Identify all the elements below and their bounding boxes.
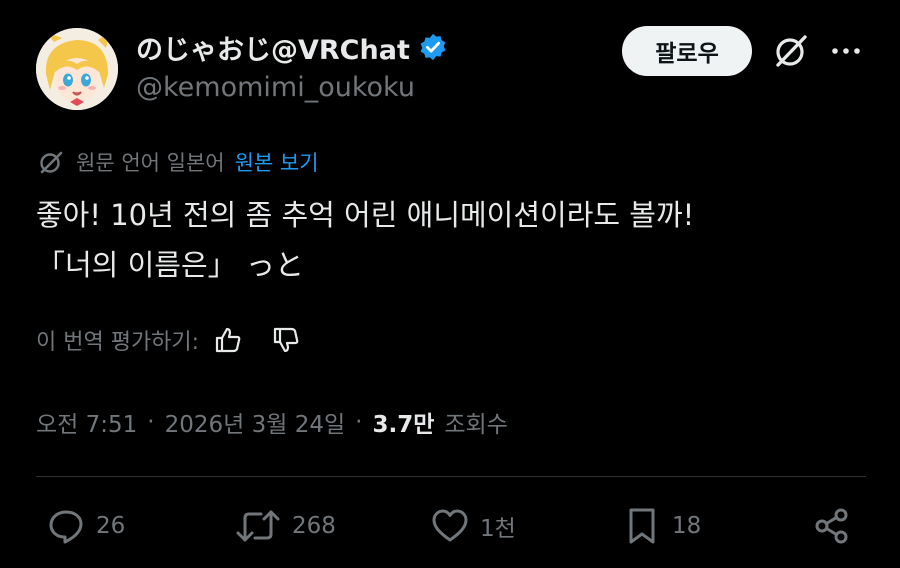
avatar-image — [36, 28, 118, 110]
tweet-text-line: 「너의 이름은」 っと — [36, 248, 304, 282]
translation-label: 원문 언어 일본어 — [76, 151, 225, 175]
bookmark-count: 18 — [672, 513, 702, 539]
translation-notice: 원문 언어 일본어 원본 보기 — [36, 146, 319, 178]
divider — [36, 476, 866, 477]
author-name-row[interactable]: のじゃおじ@VRChat — [136, 28, 448, 66]
more-horizontal-icon[interactable] — [828, 36, 864, 66]
tweet-time[interactable]: 오전 7:51 — [36, 405, 137, 439]
repost-button[interactable]: 268 — [234, 504, 336, 548]
tweet-text: 좋아! 10년 전의 좀 추억 어린 애니메이션이라도 볼까! 「너의 이름은」… — [36, 190, 876, 290]
tweet-detail: のじゃおじ@VRChat @kemomimi_oukoku 팔로우 원문 언어 … — [0, 0, 900, 568]
author-display-name[interactable]: のじゃおじ@VRChat — [136, 28, 410, 67]
meta-separator: · — [147, 409, 155, 435]
grok-icon[interactable] — [770, 30, 812, 72]
repost-icon — [236, 510, 280, 542]
views-label: 조회수 — [444, 412, 508, 438]
reply-button[interactable]: 26 — [46, 504, 125, 548]
tweet-meta: 오전 7:51 · 2026년 3월 24일 · 3.7만 조회수 — [36, 402, 508, 442]
tweet-text-line: 좋아! 10년 전의 좀 추억 어린 애니메이션이라도 볼까! — [36, 198, 695, 232]
grok-translate-icon — [40, 151, 63, 174]
like-button[interactable]: 1천 — [430, 504, 516, 548]
show-original-link[interactable]: 원본 보기 — [235, 147, 319, 177]
reply-count: 26 — [96, 513, 126, 539]
verified-badge-icon[interactable] — [418, 32, 448, 62]
follow-button[interactable]: 팔로우 — [622, 26, 752, 76]
like-count: 1천 — [480, 516, 516, 542]
heart-icon — [432, 509, 468, 542]
views-count: 3.7만 — [372, 412, 435, 438]
bookmark-button[interactable]: 18 — [622, 504, 701, 548]
rate-translation: 이 번역 평가하기: — [36, 320, 301, 360]
share-icon — [815, 508, 848, 544]
tweet-date[interactable]: 2026년 3월 24일 — [165, 405, 346, 439]
share-button[interactable] — [812, 504, 852, 548]
avatar[interactable] — [36, 28, 118, 110]
bookmark-icon — [629, 508, 655, 544]
repost-count: 268 — [292, 513, 336, 539]
thumbs-up-icon[interactable] — [213, 325, 243, 355]
thumbs-down-icon[interactable] — [271, 325, 301, 355]
author-handle[interactable]: @kemomimi_oukoku — [136, 72, 415, 103]
meta-separator: · — [355, 409, 363, 435]
reply-icon — [49, 510, 83, 544]
rate-translation-label: 이 번역 평가하기: — [36, 330, 200, 355]
